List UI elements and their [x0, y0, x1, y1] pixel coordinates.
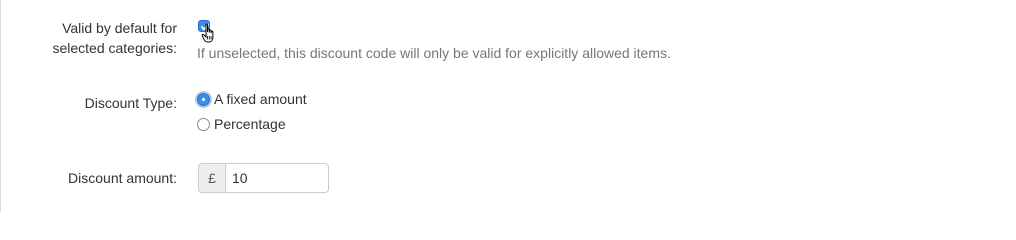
- valid-by-default-label-line2: selected categories:: [52, 40, 177, 56]
- valid-by-default-label-line1: Valid by default for: [62, 20, 177, 36]
- valid-by-default-label: Valid by default for selected categories…: [7, 18, 177, 58]
- percentage-label[interactable]: Percentage: [214, 115, 286, 133]
- percentage-radio[interactable]: [197, 118, 210, 131]
- hand-pointer-icon: [201, 23, 214, 43]
- discount-form: Valid by default for selected categories…: [0, 0, 1016, 212]
- discount-amount-input[interactable]: [226, 163, 329, 193]
- discount-amount-label: Discount amount:: [68, 170, 177, 186]
- fixed-amount-radio[interactable]: [197, 93, 210, 106]
- fixed-amount-label[interactable]: A fixed amount: [214, 90, 307, 108]
- discount-type-label: Discount Type:: [84, 95, 177, 111]
- discount-amount-input-group: £: [198, 163, 329, 193]
- valid-by-default-help-text: If unselected, this discount code will o…: [197, 45, 671, 61]
- currency-addon: £: [198, 163, 226, 193]
